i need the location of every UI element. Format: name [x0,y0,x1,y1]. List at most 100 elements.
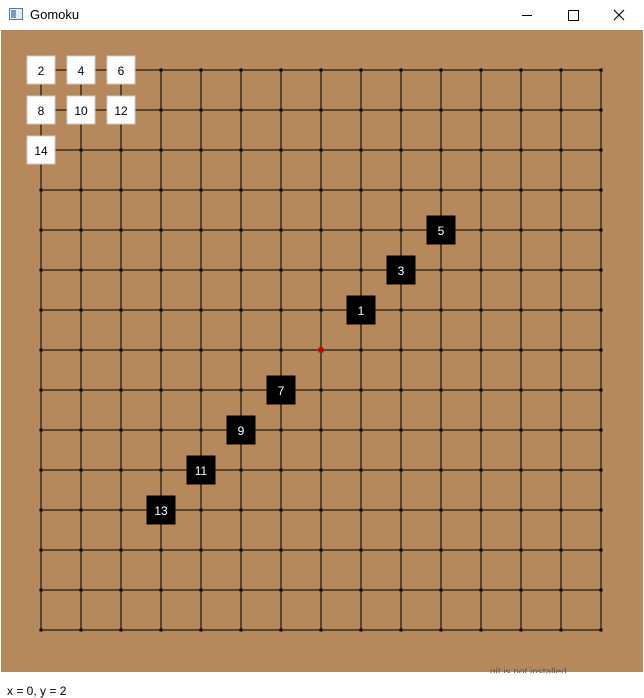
intersection-point[interactable] [199,588,203,592]
intersection-point[interactable] [39,428,43,432]
intersection-point[interactable] [519,548,523,552]
game-board[interactable]: 1357911132 4 68 10 1214 [1,30,643,672]
intersection-point[interactable] [359,268,363,272]
intersection-point[interactable] [279,628,283,632]
intersection-point[interactable] [119,148,123,152]
intersection-point[interactable] [319,468,323,472]
intersection-point[interactable] [359,588,363,592]
intersection-point[interactable] [199,628,203,632]
intersection-point[interactable] [519,348,523,352]
intersection-point[interactable] [159,428,163,432]
intersection-point[interactable] [559,148,563,152]
intersection-point[interactable] [519,68,523,72]
intersection-point[interactable] [479,228,483,232]
intersection-point[interactable] [239,308,243,312]
intersection-point[interactable] [279,68,283,72]
intersection-point[interactable] [559,308,563,312]
intersection-point[interactable] [199,388,203,392]
intersection-point[interactable] [239,348,243,352]
intersection-point[interactable] [319,268,323,272]
intersection-point[interactable] [159,268,163,272]
intersection-point[interactable] [319,308,323,312]
intersection-point[interactable] [399,228,403,232]
intersection-point[interactable] [559,108,563,112]
intersection-point[interactable] [199,148,203,152]
intersection-point[interactable] [399,68,403,72]
intersection-point[interactable] [119,428,123,432]
intersection-point[interactable] [79,588,83,592]
intersection-point[interactable] [599,348,603,352]
intersection-point[interactable] [359,68,363,72]
intersection-point[interactable] [279,548,283,552]
intersection-point[interactable] [359,508,363,512]
intersection-point[interactable] [519,268,523,272]
intersection-point[interactable] [479,508,483,512]
intersection-point[interactable] [159,548,163,552]
intersection-point[interactable] [319,68,323,72]
intersection-point[interactable] [599,148,603,152]
intersection-point[interactable] [239,108,243,112]
intersection-point[interactable] [359,388,363,392]
intersection-point[interactable] [39,468,43,472]
intersection-point[interactable] [199,508,203,512]
intersection-point[interactable] [399,588,403,592]
intersection-point[interactable] [439,148,443,152]
intersection-point[interactable] [599,228,603,232]
intersection-point[interactable] [319,548,323,552]
intersection-point[interactable] [479,548,483,552]
intersection-point[interactable] [119,628,123,632]
intersection-point[interactable] [399,508,403,512]
intersection-point[interactable] [199,348,203,352]
intersection-point[interactable] [279,468,283,472]
intersection-point[interactable] [399,388,403,392]
intersection-point[interactable] [119,228,123,232]
intersection-point[interactable] [479,388,483,392]
intersection-point[interactable] [599,548,603,552]
intersection-point[interactable] [519,388,523,392]
intersection-point[interactable] [599,468,603,472]
intersection-point[interactable] [519,468,523,472]
minimize-button[interactable] [504,0,550,30]
intersection-point[interactable] [279,228,283,232]
intersection-point[interactable] [239,388,243,392]
intersection-point[interactable] [199,548,203,552]
intersection-point[interactable] [159,228,163,232]
intersection-point[interactable] [199,428,203,432]
intersection-point[interactable] [439,588,443,592]
intersection-point[interactable] [439,188,443,192]
intersection-point[interactable] [359,548,363,552]
intersection-point[interactable] [399,428,403,432]
intersection-point[interactable] [239,228,243,232]
intersection-point[interactable] [359,628,363,632]
intersection-point[interactable] [559,228,563,232]
intersection-point[interactable] [199,308,203,312]
intersection-point[interactable] [439,388,443,392]
intersection-point[interactable] [479,428,483,432]
intersection-point[interactable] [199,228,203,232]
intersection-point[interactable] [119,588,123,592]
intersection-point[interactable] [159,68,163,72]
title-bar[interactable]: Gomoku [0,0,644,30]
intersection-point[interactable] [159,588,163,592]
intersection-point[interactable] [79,228,83,232]
intersection-point[interactable] [439,268,443,272]
board-area[interactable]: 1 3 5 7 9 11 13 2 4 6 8 10 12 14 x = 0, y = 2 [1,30,643,698]
intersection-point[interactable] [119,348,123,352]
intersection-point[interactable] [519,508,523,512]
intersection-point[interactable] [159,628,163,632]
intersection-point[interactable] [399,308,403,312]
intersection-point[interactable] [359,348,363,352]
intersection-point[interactable] [239,508,243,512]
intersection-point[interactable] [279,108,283,112]
intersection-point[interactable] [239,268,243,272]
intersection-point[interactable] [479,188,483,192]
intersection-point[interactable] [159,348,163,352]
intersection-point[interactable] [359,468,363,472]
intersection-point[interactable] [79,308,83,312]
intersection-point[interactable] [239,468,243,472]
intersection-point[interactable] [79,548,83,552]
intersection-point[interactable] [479,108,483,112]
intersection-point[interactable] [119,508,123,512]
intersection-point[interactable] [199,68,203,72]
intersection-point[interactable] [399,188,403,192]
